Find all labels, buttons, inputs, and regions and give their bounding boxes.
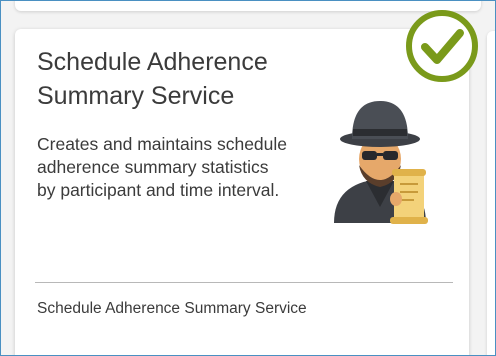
spy-with-scroll-icon bbox=[334, 101, 428, 224]
service-card[interactable]: Schedule Adherence Summary Service Creat… bbox=[15, 29, 469, 355]
card-title: Schedule Adherence Summary Service bbox=[37, 48, 268, 110]
card-description: Creates and maintains schedule adherence… bbox=[37, 134, 288, 200]
card-footer: Schedule Adherence Summary Service bbox=[37, 300, 307, 317]
card-divider bbox=[35, 282, 453, 283]
screenshot-frame: Schedule Adherence Summary Service Creat… bbox=[0, 0, 496, 356]
adjacent-card-right[interactable] bbox=[487, 31, 495, 355]
check-circle-icon bbox=[406, 10, 478, 82]
